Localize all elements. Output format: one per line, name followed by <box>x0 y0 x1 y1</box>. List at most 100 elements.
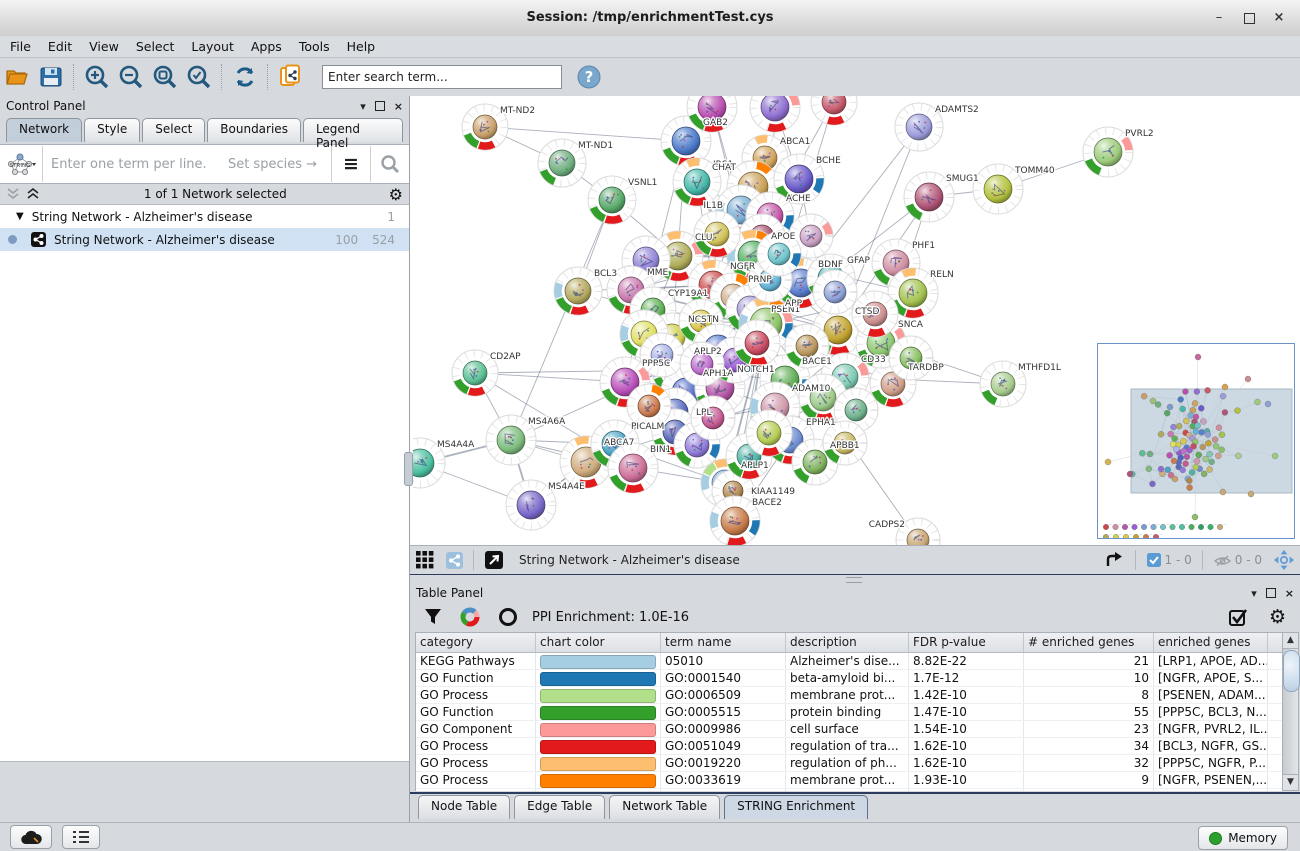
table-row[interactable]: GO ComponentGO:0009986cell surface1.54E-… <box>416 721 1283 738</box>
zoom-selected-button[interactable] <box>182 62 216 92</box>
cell-term-name: GO:0005515 <box>661 704 786 720</box>
close-button[interactable]: × <box>1270 10 1288 26</box>
tab-node-table[interactable]: Node Table <box>418 795 510 819</box>
table-settings-gear-icon[interactable]: ⚙ <box>1269 606 1286 628</box>
column-header-fdr-p-value[interactable]: FDR p-value <box>909 633 1024 652</box>
table-vertical-scrollbar[interactable]: ▲ ▼ <box>1282 632 1299 791</box>
table-row[interactable]: GO ProcessGO:0006509membrane prot...1.42… <box>416 687 1283 704</box>
menu-item-apps[interactable]: Apps <box>251 39 282 54</box>
panel-undock-icon[interactable] <box>375 101 385 111</box>
graph-node-f11[interactable] <box>734 320 780 366</box>
graph-node-f10[interactable] <box>691 396 735 440</box>
tab-network[interactable]: Network <box>6 118 82 142</box>
zoom-in-button[interactable] <box>80 62 114 92</box>
share-view-button[interactable] <box>446 552 463 569</box>
table-row[interactable]: GO ProcessGO:0051049regulation of tra...… <box>416 738 1283 755</box>
refresh-button[interactable] <box>228 62 262 92</box>
pan-mode-button[interactable] <box>1274 550 1294 570</box>
cloud-button[interactable] <box>10 825 52 849</box>
network-row[interactable]: String Network - Alzheimer's disease 100… <box>0 228 409 251</box>
graph-node-n2[interactable] <box>750 96 800 132</box>
tab-network-table[interactable]: Network Table <box>609 795 720 819</box>
scroll-up-arrow[interactable]: ▲ <box>1283 633 1298 649</box>
column-header-term-name[interactable]: term name <box>661 633 786 652</box>
scroll-down-arrow[interactable]: ▼ <box>1283 774 1298 790</box>
tab-boundaries[interactable]: Boundaries <box>207 118 301 142</box>
collapse-all-icon[interactable] <box>6 187 22 201</box>
enrichment-arc-lightorange <box>716 463 728 465</box>
table-row[interactable]: GO FunctionGO:0001540beta-amyloid bi...1… <box>416 670 1283 687</box>
network-collection-row[interactable]: ▼ String Network - Alzheimer's disease 1 <box>0 205 409 228</box>
help-button[interactable]: ? <box>572 62 606 92</box>
panel-splitter-handle[interactable] <box>404 452 413 486</box>
minimize-button[interactable]: – <box>1210 10 1228 26</box>
network-from-file-button[interactable] <box>274 62 308 92</box>
select-columns-button[interactable] <box>1229 608 1249 626</box>
table-row[interactable]: GO FunctionGO:0005515protein binding1.47… <box>416 704 1283 721</box>
panel-close-icon[interactable]: × <box>394 100 403 113</box>
graph-node-f24[interactable] <box>746 410 792 456</box>
menu-item-tools[interactable]: Tools <box>299 39 330 54</box>
control-panel-title: Control Panel <box>6 99 86 113</box>
search-input[interactable] <box>322 65 562 89</box>
expand-all-icon[interactable] <box>26 187 42 201</box>
string-options-button[interactable]: ≡ <box>331 146 370 182</box>
column-header-category[interactable]: category <box>416 633 536 652</box>
tree-expander-icon[interactable]: ▼ <box>16 211 24 222</box>
graph-edge[interactable] <box>485 127 686 141</box>
string-terms-input[interactable] <box>43 156 228 173</box>
menu-item-view[interactable]: View <box>89 39 119 54</box>
table-row[interactable]: GO ProcessGO:0050435beta-amyloid m...2.0… <box>416 789 1283 791</box>
tab-legend-panel[interactable]: Legend Panel <box>303 118 403 142</box>
open-in-window-button[interactable] <box>485 551 503 569</box>
menu-item-layout[interactable]: Layout <box>191 39 234 54</box>
string-search-button[interactable] <box>370 146 409 182</box>
table-row[interactable]: GO ProcessGO:0033619membrane prot...1.93… <box>416 772 1283 789</box>
tab-select[interactable]: Select <box>142 118 205 142</box>
menu-item-file[interactable]: File <box>10 39 31 54</box>
column-header-enriched-genes[interactable]: enriched genes <box>1154 633 1268 652</box>
graph-node-f18[interactable] <box>889 336 933 380</box>
panel-float-icon[interactable]: ▾ <box>360 100 366 113</box>
maximize-button[interactable] <box>1240 10 1258 26</box>
export-network-button[interactable] <box>1105 551 1125 569</box>
open-file-button[interactable] <box>0 62 34 92</box>
save-button[interactable] <box>34 62 68 92</box>
zoom-out-button[interactable] <box>114 62 148 92</box>
table-row[interactable]: GO ProcessGO:0019220regulation of ph...1… <box>416 755 1283 772</box>
cell-category: KEGG Pathways <box>416 653 536 669</box>
enrichment-arc-red <box>469 390 484 392</box>
column-header-description[interactable]: description <box>786 633 909 652</box>
move-cross-icon <box>1274 550 1294 570</box>
tab-edge-table[interactable]: Edge Table <box>514 795 605 819</box>
horizontal-splitter[interactable] <box>410 575 1300 583</box>
column-header-chart-color[interactable]: chart color <box>536 633 661 652</box>
cell-term-name: GO:0001540 <box>661 670 786 686</box>
filter-button[interactable] <box>424 608 442 626</box>
zoom-fit-button[interactable] <box>148 62 182 92</box>
set-species-hint[interactable]: Set species → <box>228 157 331 172</box>
tab-string-enrichment[interactable]: STRING Enrichment <box>724 795 868 819</box>
selected-checkbox-icon <box>1147 553 1161 567</box>
string-logo-icon[interactable]: STRING <box>0 146 43 182</box>
menu-item-select[interactable]: Select <box>136 39 175 54</box>
table-panel-undock-icon[interactable] <box>1266 588 1276 598</box>
table-panel-float-icon[interactable]: ▾ <box>1251 587 1257 600</box>
birds-eye-navigator[interactable] <box>1097 343 1295 539</box>
table-row[interactable]: KEGG Pathways05010Alzheimer's dise...8.8… <box>416 653 1283 670</box>
menu-item-edit[interactable]: Edit <box>48 39 72 54</box>
reset-charts-button[interactable] <box>498 607 518 627</box>
column-header--enriched-genes[interactable]: # enriched genes <box>1024 633 1154 652</box>
tab-style[interactable]: Style <box>84 118 140 142</box>
task-history-button[interactable] <box>62 825 100 849</box>
graph-node-n3[interactable] <box>811 96 857 125</box>
menu-item-help[interactable]: Help <box>347 39 376 54</box>
grid-view-button[interactable] <box>416 551 434 569</box>
graph-node-f25[interactable] <box>813 270 857 314</box>
network-options-gear-icon[interactable]: ⚙ <box>389 185 403 204</box>
graph-node-f4[interactable] <box>640 333 684 377</box>
memory-button[interactable]: Memory <box>1198 826 1288 850</box>
draw-charts-button[interactable] <box>460 607 480 627</box>
table-panel-close-icon[interactable]: × <box>1285 587 1294 600</box>
scrollbar-thumb[interactable] <box>1283 650 1300 692</box>
